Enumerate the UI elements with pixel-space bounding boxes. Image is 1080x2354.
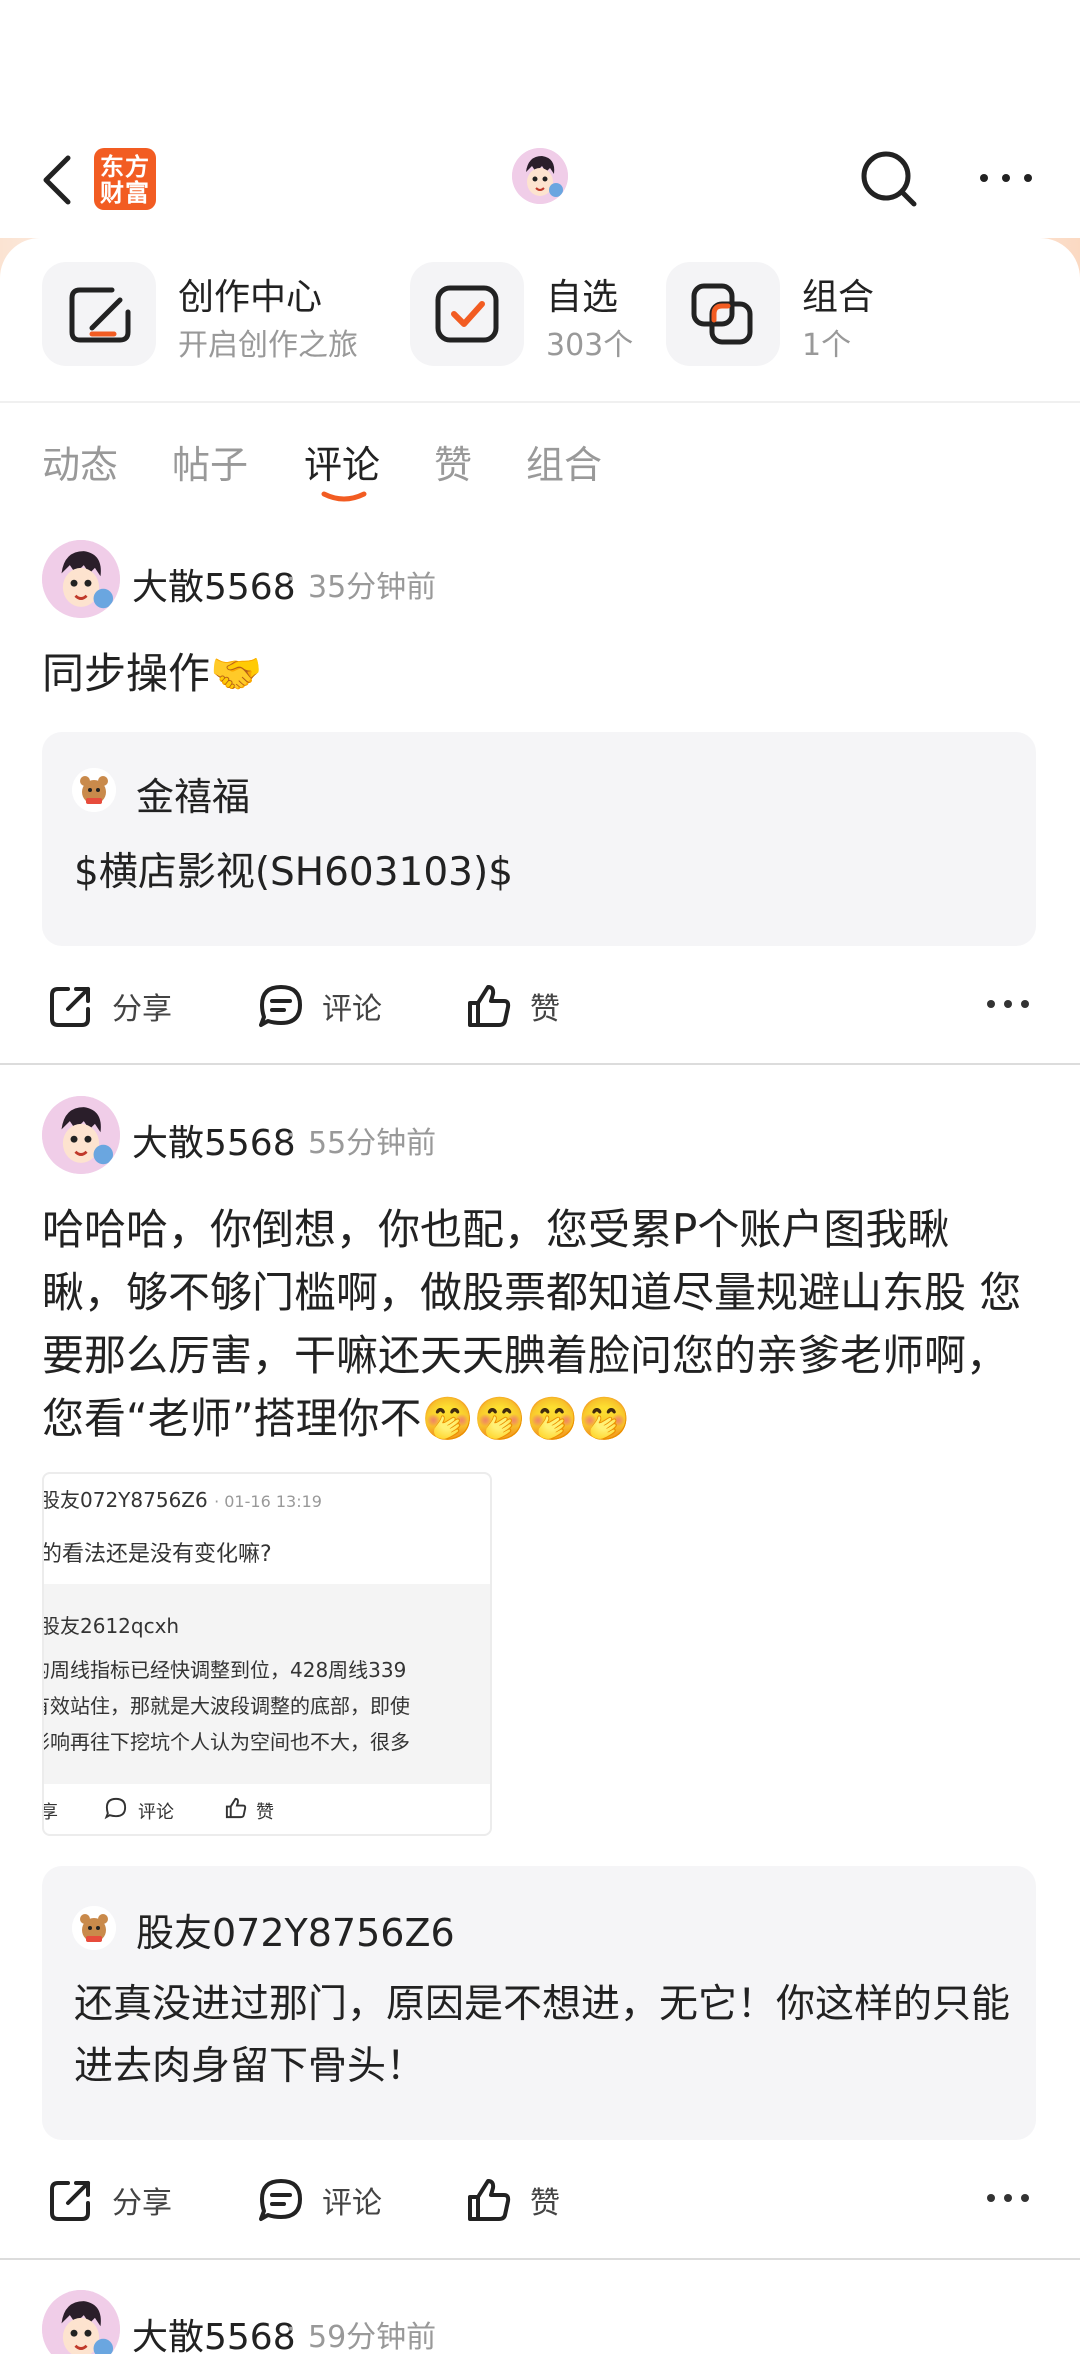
quoted-author[interactable]: 金禧福 — [136, 766, 250, 821]
tab-dynamics[interactable]: 动态 — [42, 434, 118, 489]
post-content: 哈哈哈，你倒想，你也配，您受累P个账户图我瞅瞅，够不够门槛啊，做股票都知道尽量规… — [42, 1205, 1022, 1443]
image-line1: 的看法还是没有变化嘛? — [42, 1542, 272, 1567]
tab-bar: 动态 帖子 评论 赞 组合 — [0, 404, 1080, 514]
image-user1: 股友072Y8756Z6 · 01-16 13:19 — [42, 1488, 322, 1512]
shortcut-bar: 创作中心 开启创作之旅 自选 303个 组合 1个 — [0, 238, 1080, 403]
portfolio-icon — [691, 283, 753, 345]
image-like: 赞 — [256, 1802, 274, 1823]
like-label: 赞 — [530, 992, 560, 1027]
quoted-post[interactable]: 股友072Y8756Z6 还真没进过那门，原因是不想进，无它！你这样的只能进去肉… — [42, 1866, 1036, 2140]
tab-comments[interactable]: 评论 — [304, 434, 380, 489]
shortcut-title: 创作中心 — [178, 277, 323, 318]
quoted-author[interactable]: 股友072Y8756Z6 — [136, 1902, 455, 1957]
author-name[interactable]: 大散5568 — [132, 558, 296, 610]
more-icon[interactable] — [978, 168, 1034, 188]
thumbs-up-icon — [468, 985, 511, 1027]
more-icon[interactable] — [986, 996, 1030, 1012]
mascot-icon — [72, 1906, 116, 1950]
author-name[interactable]: 大散5568 — [132, 1114, 296, 1166]
separator-dot: · — [286, 1118, 296, 1153]
image-line4: 影响再往下挖坑个人认为空间也不大，很多 — [42, 1730, 410, 1754]
like-button[interactable]: 赞 — [464, 2170, 560, 2230]
separator-dot: · — [286, 562, 296, 597]
quoted-avatar — [72, 1906, 116, 1950]
avatar-cartoon-icon — [512, 148, 568, 204]
quoted-post[interactable]: 金禧福 $横店影视(SH603103)$ — [42, 732, 1036, 946]
comment-icon — [259, 2179, 302, 2221]
comment-label: 评论 — [322, 992, 382, 1027]
divider — [0, 2258, 1080, 2260]
logo-line2: 财富 — [100, 179, 150, 207]
avatar[interactable] — [42, 1096, 120, 1174]
app-logo[interactable]: 东方 财富 — [94, 148, 156, 210]
post-actions: 分享 评论 赞 — [0, 2170, 1080, 2240]
comment-button[interactable]: 评论 — [256, 976, 382, 1036]
author-name[interactable]: 大散5568 — [132, 2308, 296, 2354]
shortcut-title: 自选 — [546, 277, 619, 318]
quoted-avatar — [72, 768, 116, 812]
thumbs-up-icon — [468, 2179, 511, 2221]
image-user2: 股友2612qcxh — [42, 1614, 180, 1638]
image-meta: · 01-16 13:19 — [214, 1492, 322, 1511]
post-image[interactable]: 股友072Y8756Z6 · 01-16 13:19 的看法还是没有变化嘛? 股… — [42, 1472, 492, 1836]
avatar[interactable] — [42, 2290, 120, 2354]
share-button[interactable]: 分享 — [46, 976, 172, 1036]
like-label: 赞 — [530, 2186, 560, 2221]
back-icon[interactable] — [38, 150, 78, 210]
check-icon — [435, 285, 499, 343]
avatar[interactable] — [512, 148, 568, 204]
shortcut-title: 组合 — [802, 277, 875, 318]
logo-line1: 东方 — [100, 153, 150, 181]
share-label: 分享 — [112, 2186, 172, 2221]
divider — [0, 1063, 1080, 1065]
post-actions: 分享 评论 赞 — [0, 976, 1080, 1046]
tab-portfolio[interactable]: 组合 — [526, 434, 602, 489]
pen-icon — [69, 287, 131, 343]
shortcut-subtitle: 开启创作之旅 — [178, 328, 358, 363]
avatar[interactable] — [42, 540, 120, 618]
image-comment: 评论 — [138, 1802, 174, 1823]
image-line3: 有效站住，那就是大波段调整的底部，即使 — [42, 1694, 410, 1718]
more-icon[interactable] — [986, 2190, 1030, 2206]
post-content: 同步操作🤝 — [42, 649, 263, 698]
tab-posts[interactable]: 帖子 — [172, 434, 248, 489]
comment-icon — [104, 1797, 127, 1820]
post-time: 35分钟前 — [308, 570, 437, 605]
like-button[interactable]: 赞 — [464, 976, 560, 1036]
share-icon — [50, 2181, 90, 2221]
avatar-cartoon-icon — [42, 2290, 120, 2354]
shortcut-subtitle: 303个 — [546, 328, 634, 363]
quoted-text[interactable]: $横店影视(SH603103)$ — [74, 842, 1014, 904]
shortcut-icon-box — [42, 262, 156, 366]
post-time: 59分钟前 — [308, 2320, 437, 2354]
tab-likes[interactable]: 赞 — [434, 434, 472, 489]
top-bar: 东方 财富 — [0, 0, 1080, 240]
mascot-icon — [72, 768, 116, 812]
comment-label: 评论 — [322, 2186, 382, 2221]
shortcut-icon-box — [410, 262, 524, 366]
comment-icon — [259, 985, 302, 1027]
share-label: 分享 — [112, 992, 172, 1027]
post-time: 55分钟前 — [308, 1126, 437, 1161]
quoted-text[interactable]: 还真没进过那门，原因是不想进，无它！你这样的只能进去肉身留下骨头！ — [74, 1974, 1014, 2098]
shortcut-subtitle: 1个 — [802, 328, 852, 363]
shortcut-icon-box — [666, 262, 780, 366]
image-share: 享 — [44, 1798, 58, 1824]
separator-dot: · — [286, 2312, 296, 2347]
image-line2: 的周线指标已经快调整到位，428周线339 — [42, 1658, 407, 1682]
avatar-cartoon-icon — [42, 1096, 120, 1174]
thumbs-up-icon — [225, 1797, 247, 1819]
avatar-cartoon-icon — [42, 540, 120, 618]
comment-button[interactable]: 评论 — [256, 2170, 382, 2230]
share-icon — [50, 987, 90, 1027]
search-icon[interactable] — [858, 148, 920, 210]
share-button[interactable]: 分享 — [46, 2170, 172, 2230]
active-tab-indicator — [321, 491, 367, 502]
